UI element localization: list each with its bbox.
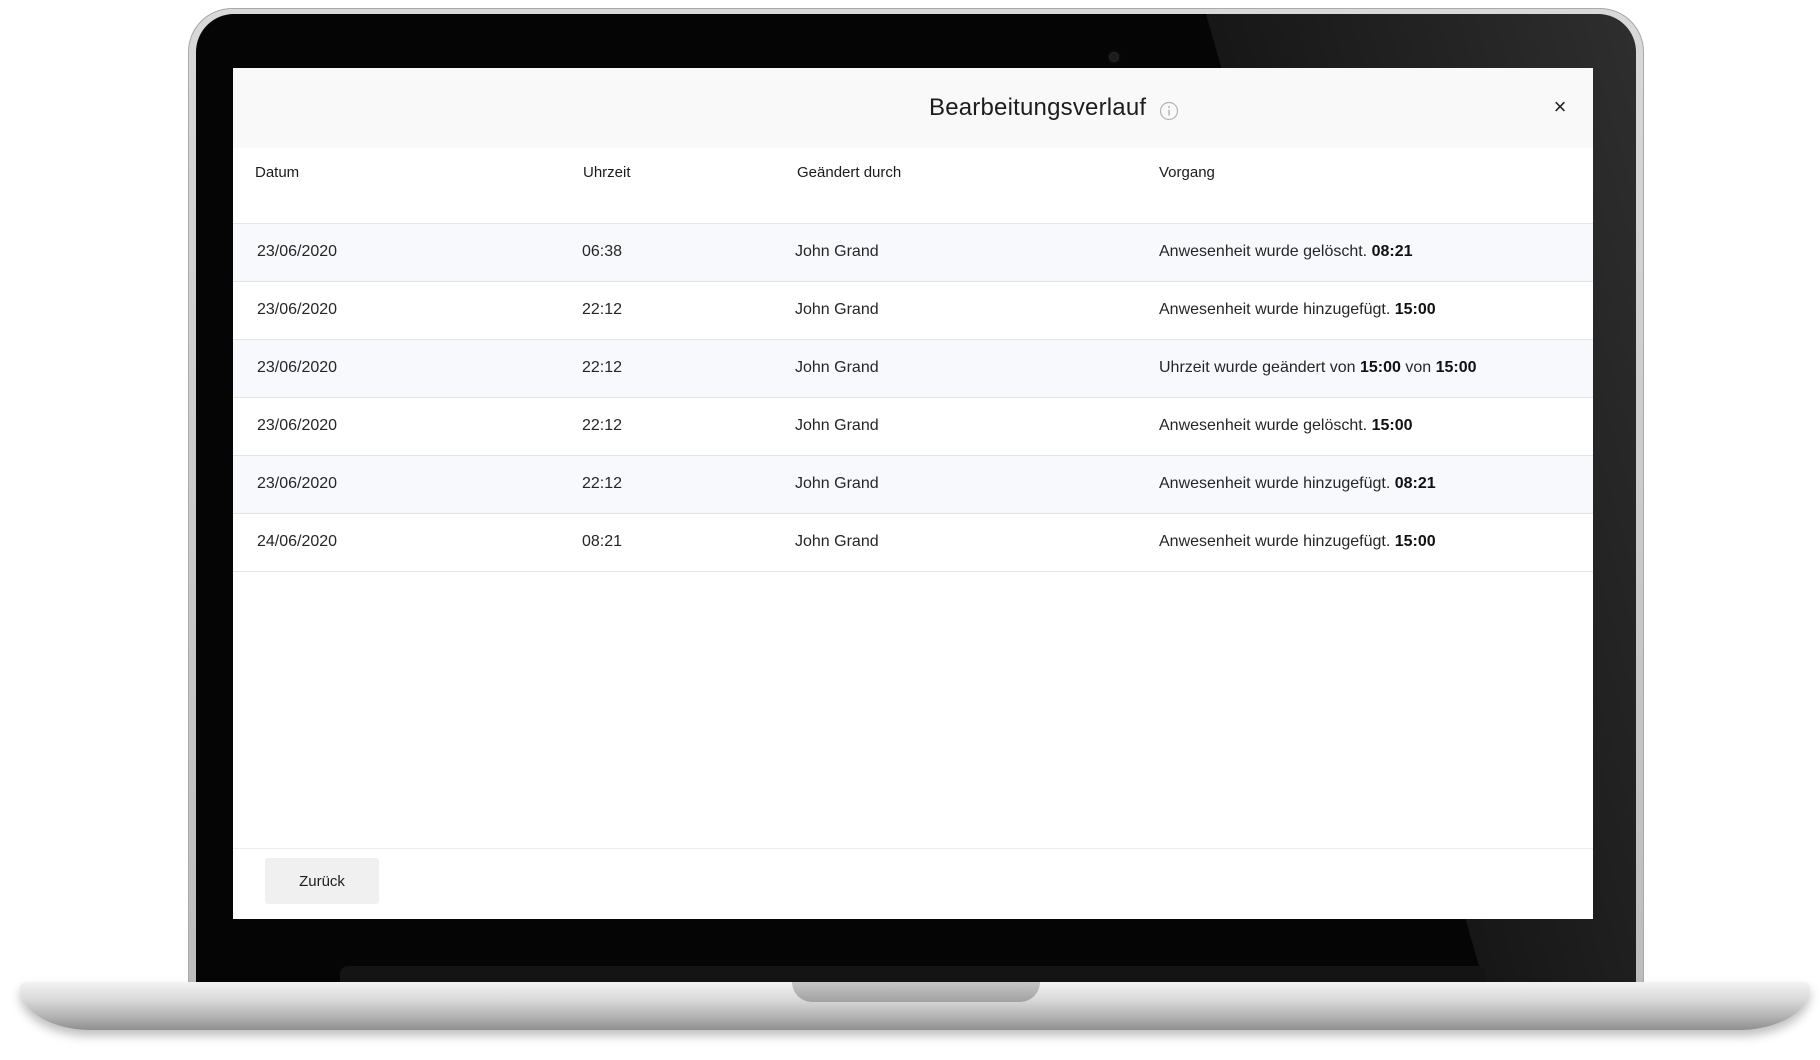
action-text: Anwesenheit wurde hinzugefügt. bbox=[1159, 301, 1395, 318]
cell-time: 22:12 bbox=[582, 417, 623, 434]
cell-action: Anwesenheit wurde hinzugefügt. 15:00 bbox=[1159, 301, 1436, 319]
screen: Bearbeitungsverlauf × Datum Uhrzeit Geän… bbox=[233, 68, 1593, 919]
cell-date: 23/06/2020 bbox=[257, 475, 338, 492]
action-value: 15:00 bbox=[1394, 533, 1436, 550]
action-text: Anwesenheit wurde gelöscht. bbox=[1159, 243, 1372, 260]
dialog-header bbox=[233, 68, 1593, 148]
table-row[interactable]: 23/06/2020 22:12 John Grand Anwesenheit … bbox=[233, 282, 1593, 340]
table-row[interactable]: 23/06/2020 22:12 John Grand Uhrzeit wurd… bbox=[233, 340, 1593, 398]
action-text-2: von bbox=[1400, 359, 1436, 376]
cell-time: 08:21 bbox=[582, 533, 623, 550]
action-text: Anwesenheit wurde gelöscht. bbox=[1159, 417, 1372, 434]
cell-time: 22:12 bbox=[582, 359, 623, 376]
column-header-datum[interactable]: Datum bbox=[255, 164, 299, 181]
dialog-footer bbox=[233, 848, 1593, 919]
laptop-hinge bbox=[340, 966, 1486, 982]
cell-date: 23/06/2020 bbox=[257, 359, 338, 376]
cell-time: 06:38 bbox=[582, 243, 623, 260]
cell-action: Anwesenheit wurde gelöscht. 15:00 bbox=[1159, 417, 1413, 435]
cell-time: 22:12 bbox=[582, 301, 623, 318]
cell-action: Anwesenheit wurde hinzugefügt. 15:00 bbox=[1159, 533, 1436, 551]
cell-changed-by: John Grand bbox=[795, 417, 879, 434]
action-value-2: 15:00 bbox=[1435, 359, 1477, 376]
close-button[interactable]: × bbox=[1545, 92, 1575, 122]
cell-date: 24/06/2020 bbox=[257, 533, 338, 550]
cell-changed-by: John Grand bbox=[795, 301, 879, 318]
cell-date: 23/06/2020 bbox=[257, 301, 338, 318]
cell-date: 23/06/2020 bbox=[257, 243, 338, 260]
table-body: 23/06/2020 06:38 John Grand Anwesenheit … bbox=[233, 224, 1593, 572]
column-header-geaendert-durch[interactable]: Geändert durch bbox=[797, 164, 901, 181]
action-text: Anwesenheit wurde hinzugefügt. bbox=[1159, 533, 1395, 550]
cell-time: 22:12 bbox=[582, 475, 623, 492]
cell-action: Anwesenheit wurde hinzugefügt. 08:21 bbox=[1159, 475, 1436, 493]
laptop-notch bbox=[792, 982, 1040, 1002]
cell-action: Anwesenheit wurde gelöscht. 08:21 bbox=[1159, 243, 1413, 261]
action-text: Anwesenheit wurde hinzugefügt. bbox=[1159, 475, 1395, 492]
action-value: 15:00 bbox=[1360, 359, 1401, 376]
table-row[interactable]: 23/06/2020 22:12 John Grand Anwesenheit … bbox=[233, 456, 1593, 514]
action-text: Uhrzeit wurde geändert von bbox=[1159, 359, 1360, 376]
action-value: 15:00 bbox=[1371, 417, 1413, 434]
back-button[interactable]: Zurück bbox=[265, 858, 379, 904]
table-row[interactable]: 23/06/2020 22:12 John Grand Anwesenheit … bbox=[233, 398, 1593, 456]
column-header-vorgang[interactable]: Vorgang bbox=[1159, 164, 1215, 181]
cell-date: 23/06/2020 bbox=[257, 417, 338, 434]
action-value: 08:21 bbox=[1371, 243, 1413, 260]
table-row[interactable]: 24/06/2020 08:21 John Grand Anwesenheit … bbox=[233, 514, 1593, 572]
info-icon[interactable] bbox=[1159, 101, 1179, 121]
column-header-uhrzeit[interactable]: Uhrzeit bbox=[583, 164, 631, 181]
cell-changed-by: John Grand bbox=[795, 243, 879, 260]
action-value: 15:00 bbox=[1394, 301, 1436, 318]
table-header bbox=[233, 148, 1593, 224]
cell-action: Uhrzeit wurde geändert von 15:00 von 15:… bbox=[1159, 359, 1477, 377]
dialog-title: Bearbeitungsverlauf bbox=[929, 94, 1147, 121]
webcam-icon bbox=[1109, 52, 1119, 62]
action-value: 08:21 bbox=[1394, 475, 1436, 492]
cell-changed-by: John Grand bbox=[795, 533, 879, 550]
cell-changed-by: John Grand bbox=[795, 359, 879, 376]
table-row[interactable]: 23/06/2020 06:38 John Grand Anwesenheit … bbox=[233, 224, 1593, 282]
cell-changed-by: John Grand bbox=[795, 475, 879, 492]
